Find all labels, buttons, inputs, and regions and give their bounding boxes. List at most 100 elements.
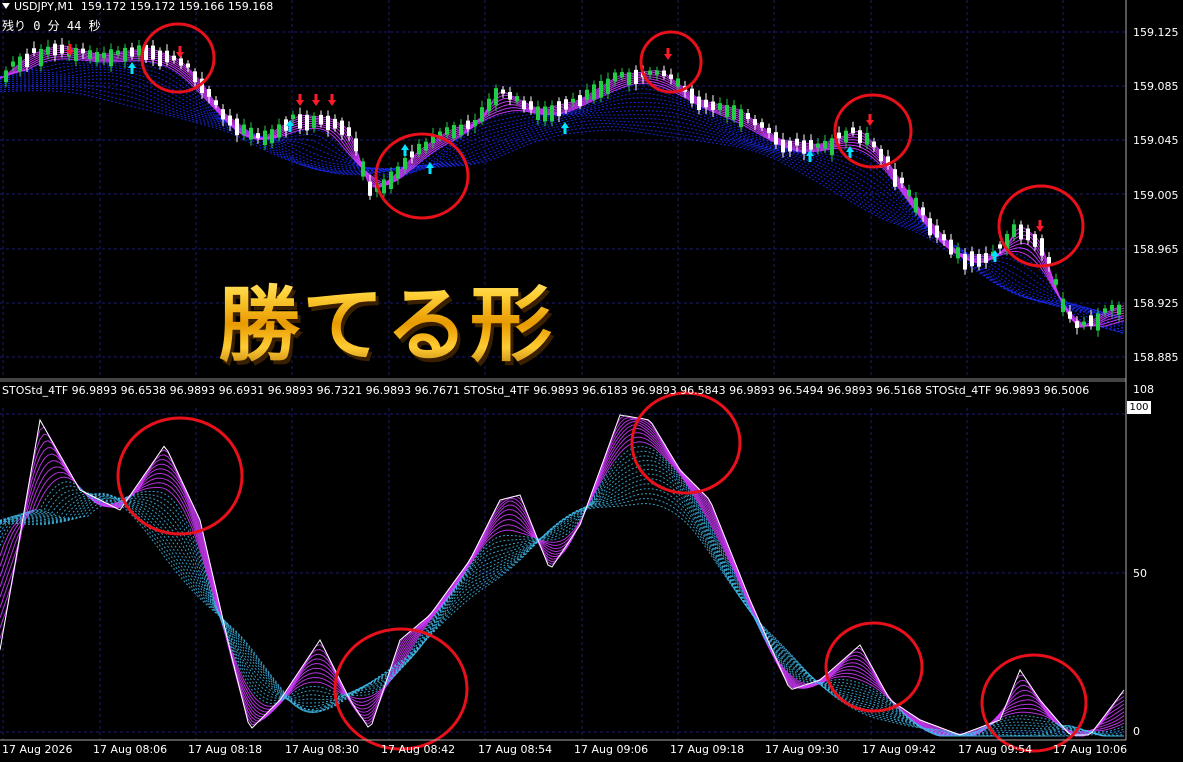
chart-window[interactable]: USDJPY,M1 159.172 159.172 159.166 159.16… bbox=[0, 0, 1183, 762]
blue-ma-line bbox=[0, 90, 1125, 319]
candle-body bbox=[767, 127, 771, 134]
candle-body bbox=[662, 70, 666, 77]
candle-body bbox=[109, 49, 113, 67]
candle-body bbox=[494, 88, 498, 106]
candle-body bbox=[221, 109, 225, 120]
candle-body bbox=[298, 114, 302, 129]
candle-body bbox=[963, 253, 967, 270]
price-tick-label: 158.965 bbox=[1133, 243, 1179, 256]
stochastic-line bbox=[0, 432, 1125, 737]
price-tick-label: 159.125 bbox=[1133, 26, 1179, 39]
candle-body bbox=[788, 140, 792, 152]
candle-body bbox=[998, 244, 1002, 249]
candle-body bbox=[424, 141, 428, 151]
stochastic-line bbox=[0, 502, 1124, 737]
buy-arrow-icon bbox=[401, 144, 409, 156]
candle-body bbox=[39, 48, 43, 67]
candle-body bbox=[781, 139, 785, 153]
candle-body bbox=[88, 50, 92, 59]
candle-body bbox=[956, 247, 960, 259]
candle-body bbox=[557, 101, 561, 117]
stochastic-line bbox=[0, 415, 1125, 736]
candle-body bbox=[1019, 224, 1023, 240]
candle-body bbox=[599, 80, 603, 98]
buy-arrow-icon bbox=[426, 162, 434, 174]
candle-body bbox=[697, 96, 701, 111]
candle-body bbox=[18, 56, 22, 72]
indicator-scale-mid: 50 bbox=[1133, 567, 1147, 580]
candle-body bbox=[242, 124, 246, 135]
candle-body bbox=[760, 122, 764, 128]
candle-body bbox=[53, 43, 57, 56]
time-tick-label: 17 Aug 10:06 bbox=[1053, 743, 1128, 756]
stochastic-line bbox=[0, 464, 1124, 737]
candle-body bbox=[326, 115, 330, 131]
highlight-circle bbox=[980, 653, 1088, 753]
indicator-scale-bottom: 0 bbox=[1133, 725, 1140, 738]
sell-arrow-icon bbox=[866, 114, 874, 126]
candle-body bbox=[655, 70, 659, 75]
candle-body bbox=[319, 114, 323, 125]
candle-body bbox=[795, 138, 799, 146]
stochastic-line bbox=[0, 427, 1125, 737]
sell-arrow-icon bbox=[1036, 220, 1044, 232]
buy-arrow-icon bbox=[561, 122, 569, 134]
candle-body bbox=[900, 177, 904, 184]
candle-body bbox=[452, 125, 456, 139]
candle-body bbox=[277, 124, 281, 138]
candle-body bbox=[270, 129, 274, 144]
candle-body bbox=[914, 197, 918, 213]
candle-body bbox=[46, 46, 50, 55]
magenta-ma-line bbox=[0, 53, 1125, 327]
time-tick-label: 17 Aug 08:42 bbox=[381, 743, 456, 756]
candle-body bbox=[1103, 308, 1107, 313]
blue-ma-line bbox=[0, 83, 1125, 321]
magenta-ma-line bbox=[0, 51, 1125, 327]
time-tick-label: 17 Aug 09:18 bbox=[670, 743, 745, 756]
blue-ma-line bbox=[0, 88, 1125, 319]
candle-body bbox=[347, 127, 351, 137]
candle-body bbox=[1012, 224, 1016, 237]
candle-body bbox=[466, 120, 470, 129]
candle-body bbox=[361, 161, 365, 177]
candle-body bbox=[228, 115, 232, 126]
candle-body bbox=[291, 114, 295, 120]
candle-body bbox=[263, 130, 267, 146]
dropdown-triangle-icon[interactable] bbox=[2, 3, 10, 9]
candle-body bbox=[1033, 234, 1037, 247]
candle-body bbox=[487, 98, 491, 112]
candle-body bbox=[893, 169, 897, 187]
candle-body bbox=[410, 151, 414, 158]
blue-ma-line bbox=[0, 62, 1125, 330]
stochastic-line bbox=[0, 468, 1124, 737]
candle-body bbox=[823, 141, 827, 149]
candle-body bbox=[1089, 315, 1093, 327]
candle-body bbox=[11, 61, 15, 67]
candle-body bbox=[81, 48, 85, 54]
chart-canvas[interactable] bbox=[0, 0, 1183, 762]
candle-body bbox=[95, 51, 99, 63]
candle-body bbox=[858, 130, 862, 143]
stochastic-ribbon bbox=[0, 414, 1125, 737]
candle-body bbox=[613, 72, 617, 82]
candle-body bbox=[592, 84, 596, 100]
candle-body bbox=[739, 109, 743, 128]
candle-body bbox=[907, 189, 911, 197]
candle-body bbox=[865, 132, 869, 145]
stochastic-line bbox=[0, 455, 1125, 737]
candle-body bbox=[802, 140, 806, 154]
candle-body bbox=[1061, 298, 1065, 313]
candle-body bbox=[928, 218, 932, 236]
time-tick-label: 17 Aug 2026 bbox=[2, 743, 73, 756]
candle-body bbox=[550, 105, 554, 122]
candle-body bbox=[536, 106, 540, 120]
candle-body bbox=[725, 105, 729, 117]
indicator-current-value: 100 bbox=[1127, 401, 1151, 414]
candle-body bbox=[522, 100, 526, 110]
candle-body bbox=[690, 88, 694, 104]
candle-body bbox=[172, 55, 176, 61]
candle-body bbox=[732, 105, 736, 120]
candle-body bbox=[102, 52, 106, 59]
stochastic-main-line bbox=[0, 414, 1125, 736]
candle-body bbox=[1026, 228, 1030, 241]
